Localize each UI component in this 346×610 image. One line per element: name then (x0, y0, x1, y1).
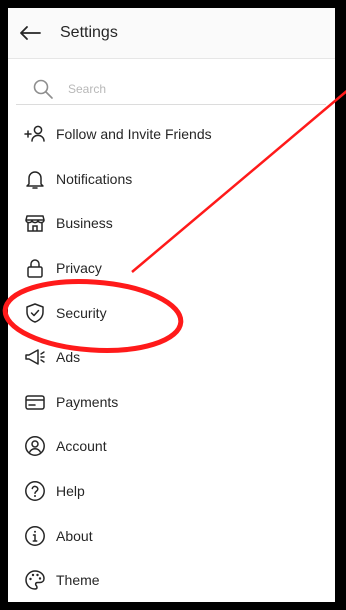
menu-item-label: Theme (56, 572, 100, 589)
account-circle-icon (24, 435, 46, 457)
menu-item-label: Security (56, 304, 107, 321)
page-title: Settings (60, 24, 118, 41)
menu-item-label: Privacy (56, 260, 102, 277)
lock-icon (24, 257, 46, 279)
bell-icon (24, 168, 46, 190)
search-input[interactable] (66, 81, 290, 97)
menu-item-business[interactable]: Business (8, 201, 335, 246)
shield-check-icon (24, 302, 46, 324)
menu-item-help[interactable]: Help (8, 469, 335, 514)
search-icon (33, 79, 53, 99)
credit-card-icon (24, 391, 46, 413)
menu-item-payments[interactable]: Payments (8, 380, 335, 425)
megaphone-icon (24, 346, 46, 368)
help-circle-icon (24, 480, 46, 502)
menu-item-notifications[interactable]: Notifications (8, 157, 335, 202)
menu-item-label: Help (56, 483, 85, 500)
menu-item-label: Notifications (56, 170, 133, 187)
menu-item-label: Payments (56, 393, 119, 410)
menu-item-label: Account (56, 438, 107, 455)
menu-item-about[interactable]: About (8, 513, 335, 558)
settings-menu: Follow and Invite Friends Notifications (8, 112, 335, 602)
menu-item-label: Ads (56, 349, 81, 366)
add-person-icon (24, 123, 46, 145)
menu-item-theme[interactable]: Theme (8, 558, 335, 602)
top-bar: Settings (8, 8, 335, 59)
menu-item-security[interactable]: Security (8, 290, 335, 335)
settings-screen: Settings Follow and Invite Friends (8, 8, 335, 602)
info-circle-icon (24, 525, 46, 547)
menu-item-ads[interactable]: Ads (8, 335, 335, 380)
menu-item-label: About (56, 527, 93, 544)
search-bar[interactable] (16, 74, 326, 105)
palette-icon (24, 569, 46, 591)
menu-item-privacy[interactable]: Privacy (8, 246, 335, 291)
menu-item-follow-invite[interactable]: Follow and Invite Friends (8, 112, 335, 157)
storefront-icon (24, 212, 46, 234)
menu-item-account[interactable]: Account (8, 424, 335, 469)
back-arrow-icon (20, 26, 41, 40)
back-button[interactable] (14, 17, 46, 49)
menu-item-label: Business (56, 215, 113, 232)
menu-item-label: Follow and Invite Friends (56, 126, 212, 143)
